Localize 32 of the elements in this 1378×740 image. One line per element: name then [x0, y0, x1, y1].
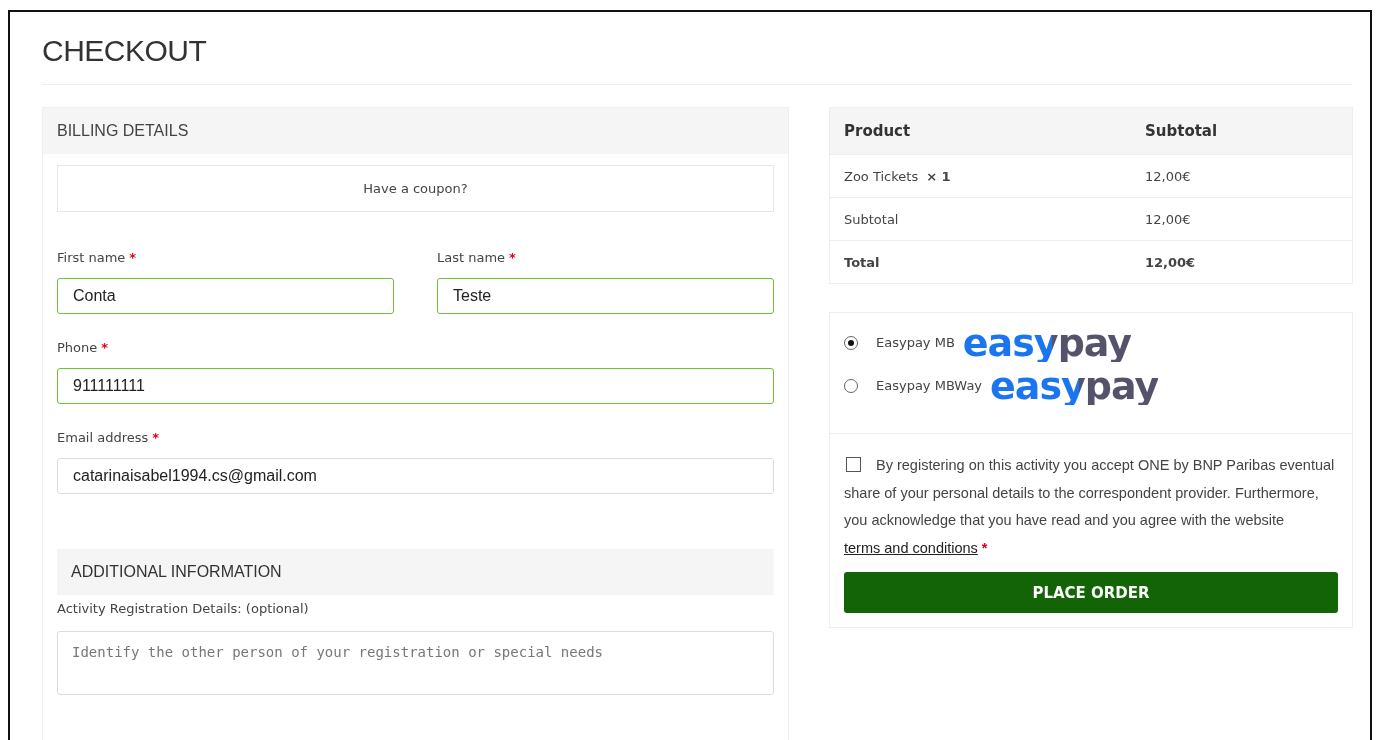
section-heading: ADDITIONAL INFORMATION	[57, 549, 774, 595]
terms-link[interactable]: terms and conditions	[844, 539, 978, 556]
field-label: Phone	[57, 340, 98, 355]
payment-label[interactable]: Easypay MB	[876, 335, 955, 350]
field-label: First name	[57, 250, 126, 265]
terms-text: By registering on this activity you accept ONE by BNP Paribas eventual share of your personal details to the correspondent provider. Furthermore, you acknowledge that you have read and you agree with the website terms and conditions *	[844, 456, 1336, 558]
field-label: Activity Registration Details: (optional)	[57, 601, 310, 616]
required-mark: *	[152, 430, 160, 445]
coupon-link[interactable]: Have a coupon?	[57, 165, 774, 212]
notes-field[interactable]: Identify the other person of your registration or special needs	[57, 631, 774, 695]
payment-label[interactable]: Easypay MBWay	[876, 378, 983, 393]
table-cell-text: 12,00€	[1145, 168, 1192, 184]
column-header: Product	[844, 122, 912, 140]
place-order-button[interactable]: PLACE ORDER	[844, 572, 1338, 613]
required-mark: *	[101, 340, 109, 355]
checkbox[interactable]	[846, 457, 861, 472]
table-cell-text: Subtotal	[844, 211, 900, 227]
field-label: Last name	[437, 250, 506, 265]
section-heading: BILLING DETAILS	[43, 108, 788, 154]
column-header: Subtotal	[1145, 122, 1219, 140]
field-label: Email address	[57, 430, 149, 445]
table-cell-text: 12,00€	[1145, 211, 1192, 227]
table-cell-text: Zoo Tickets × 1	[844, 168, 952, 184]
input-field[interactable]: Conta	[57, 278, 394, 314]
required-mark: *	[509, 250, 516, 265]
input-field[interactable]: 911111111	[57, 368, 774, 404]
input-field[interactable]: catarinaisabel1994.cs@gmail.com	[57, 458, 774, 494]
required-mark: *	[129, 250, 137, 265]
input-field[interactable]: Teste	[437, 278, 774, 314]
required-mark: *	[981, 539, 988, 556]
table-cell-text: 12,00€	[1145, 254, 1197, 270]
table-cell-text: Total	[844, 254, 881, 270]
